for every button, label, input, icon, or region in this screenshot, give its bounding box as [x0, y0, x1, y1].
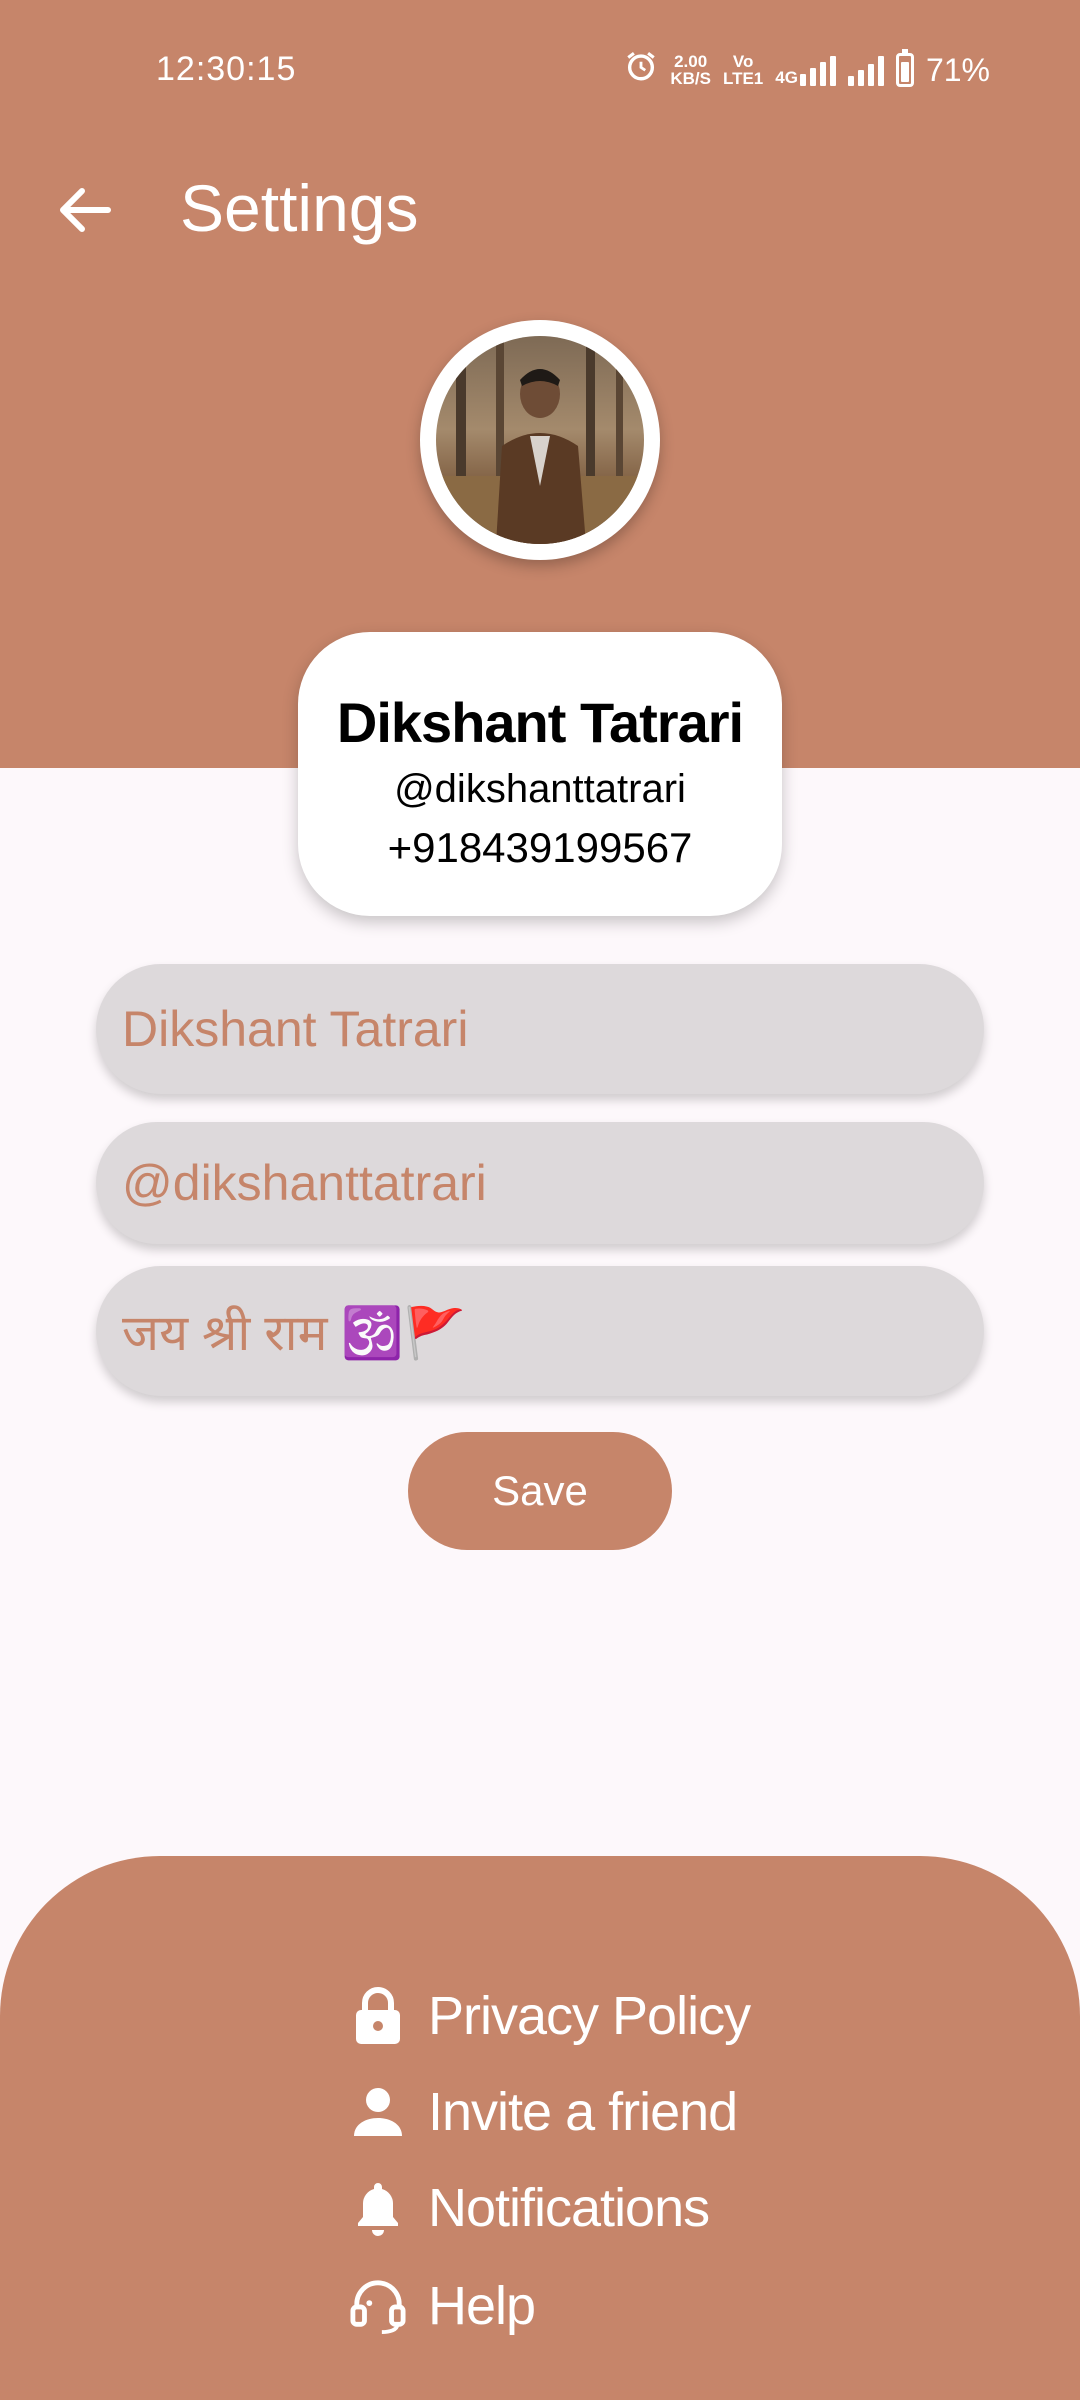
signal-icon: [847, 54, 884, 86]
headset-icon: [350, 2274, 406, 2338]
username-input[interactable]: [96, 1122, 984, 1244]
alarm-icon: [624, 49, 658, 91]
signal-4g-icon: 4G: [775, 54, 836, 86]
menu-item-invite-friend[interactable]: Invite a friend: [350, 2072, 738, 2152]
person-icon: [350, 2080, 406, 2144]
menu-item-notifications[interactable]: Notifications: [350, 2168, 710, 2248]
volte-indicator: Vo LTE1: [723, 53, 763, 87]
back-button[interactable]: [48, 178, 120, 242]
profile-name: Dikshant Tatrari: [336, 691, 744, 754]
speed-unit: KB/S: [670, 69, 711, 88]
bell-icon: [350, 2176, 406, 2240]
arrow-left-icon: [60, 188, 111, 232]
profile-username: @dikshanttatrari: [394, 767, 686, 811]
save-button[interactable]: Save: [408, 1432, 672, 1550]
name-input[interactable]: [96, 964, 984, 1094]
volte-top: Vo: [732, 52, 754, 71]
status-bar: 12:30:15 2.00 KB/S Vo LTE1 4G 71%: [0, 0, 1080, 140]
volte-bottom: LTE1: [722, 69, 764, 88]
avatar-photo: [436, 336, 644, 544]
menu-item-help[interactable]: Help: [350, 2266, 536, 2346]
menu-item-privacy-policy[interactable]: Privacy Policy: [350, 1976, 751, 2056]
bio-input[interactable]: [96, 1266, 984, 1396]
lock-icon: [350, 1984, 406, 2048]
menu-item-label: Invite a friend: [428, 2082, 738, 2142]
speed-value: 2.00: [674, 52, 708, 71]
profile-card: Dikshant Tatrari @dikshanttatrari +91843…: [298, 632, 782, 916]
network-type: 4G: [775, 68, 798, 87]
status-icons: 2.00 KB/S Vo LTE1 4G 71%: [624, 46, 990, 94]
profile-phone: +918439199567: [387, 824, 693, 871]
status-time: 12:30:15: [156, 50, 297, 88]
battery-percent: 71%: [925, 51, 990, 88]
network-speed: 2.00 KB/S: [670, 53, 711, 87]
menu-item-label: Notifications: [428, 2178, 710, 2238]
menu-item-label: Privacy Policy: [428, 1986, 751, 2046]
page-title: Settings: [180, 171, 419, 245]
avatar[interactable]: [420, 320, 660, 560]
menu-item-label: Help: [428, 2276, 536, 2336]
top-app-bar: Settings: [0, 160, 1080, 260]
battery-icon: [895, 49, 914, 87]
